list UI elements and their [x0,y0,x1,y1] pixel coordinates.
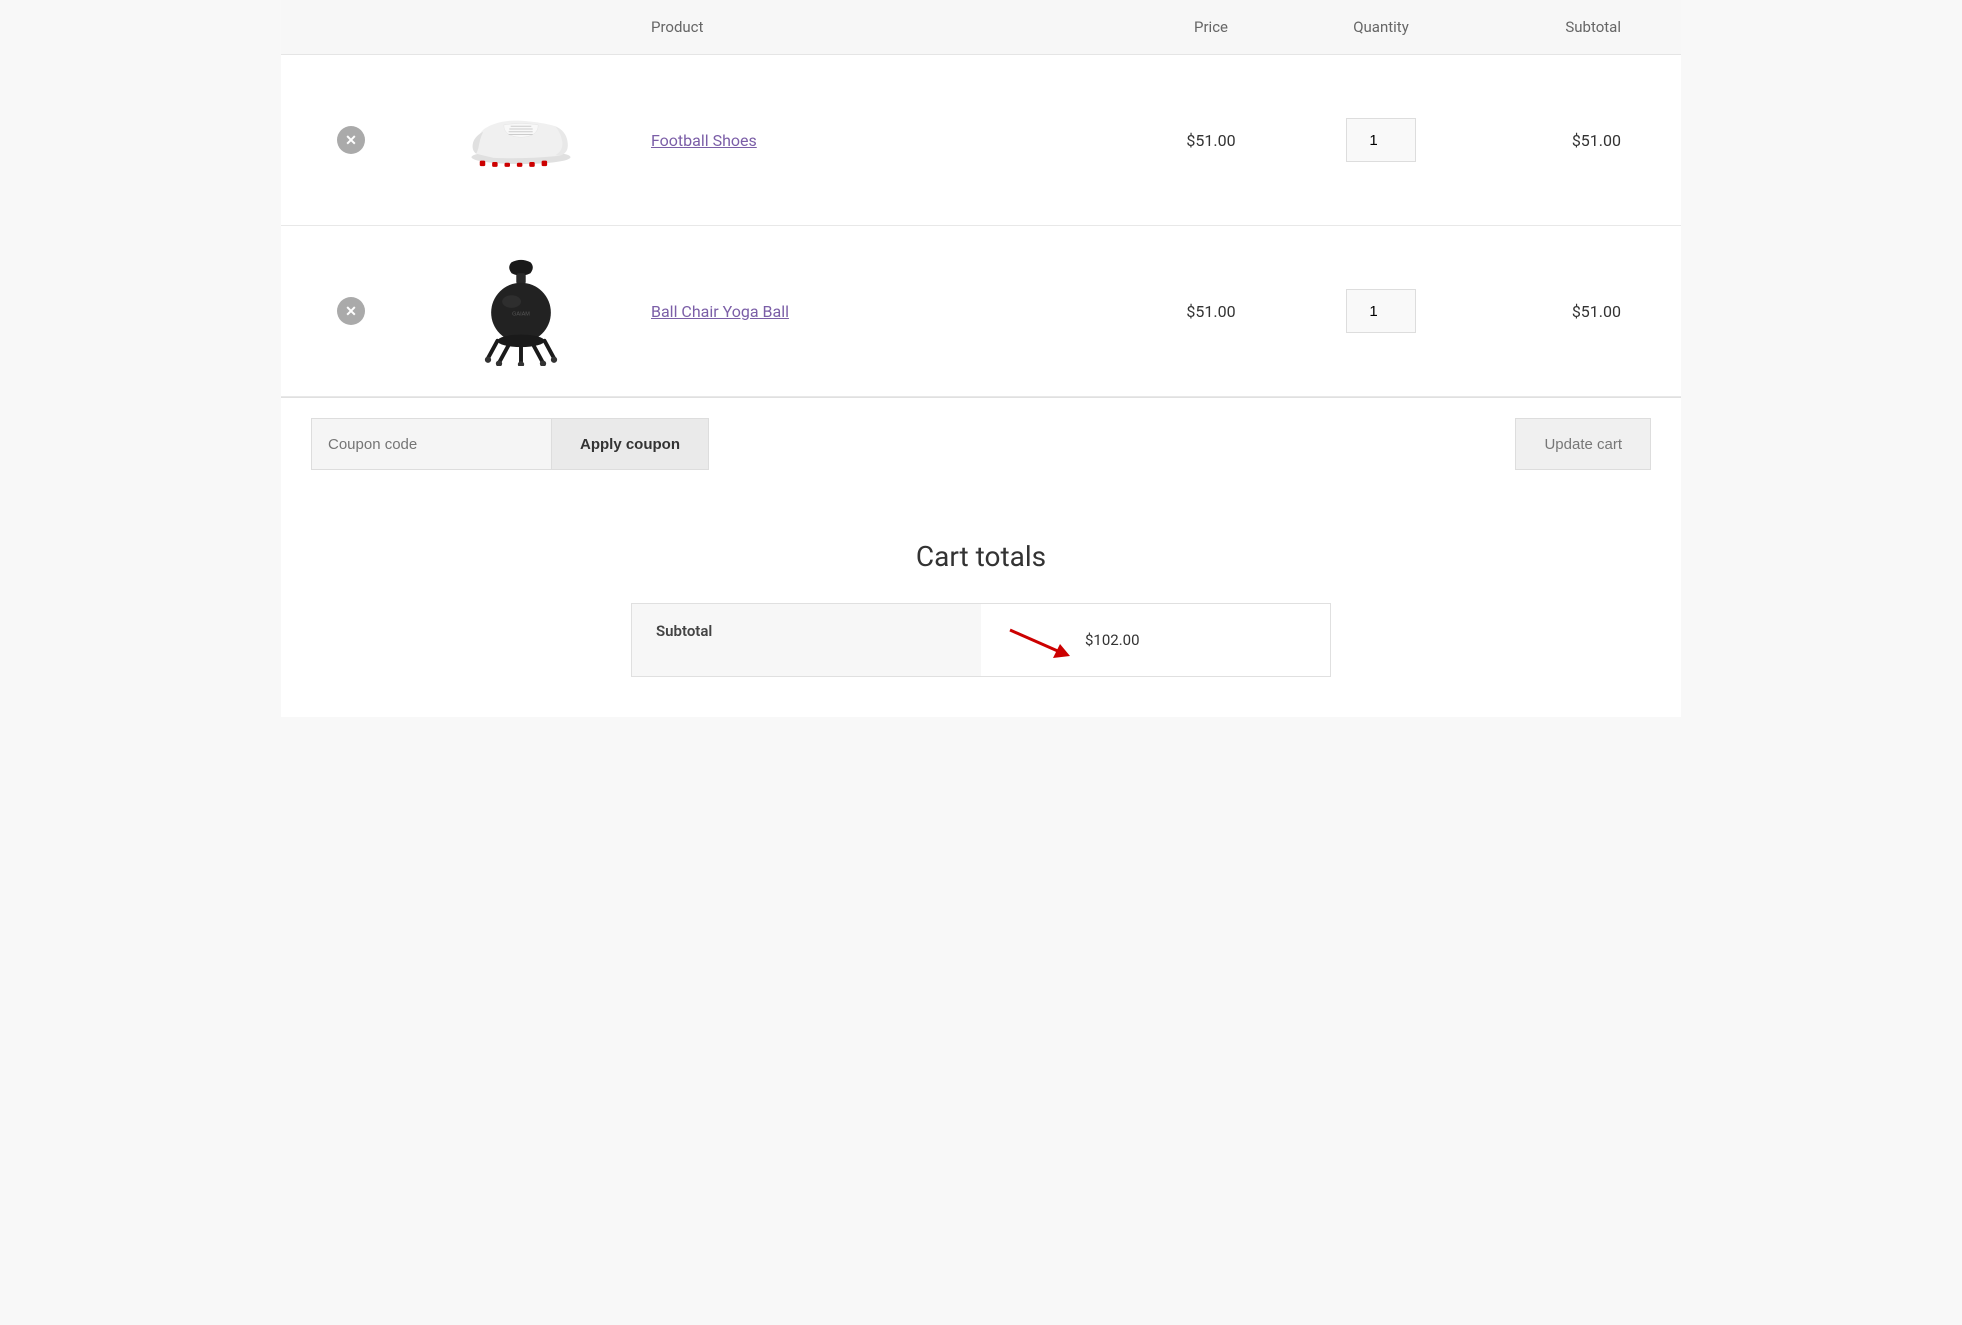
ball-chair-name-cell: Ball Chair Yoga Ball [651,302,1131,321]
update-cart-button[interactable]: Update cart [1515,418,1651,470]
remove-ball-chair-button[interactable]: ✕ [337,297,365,325]
football-shoes-image [461,85,581,195]
apply-coupon-button[interactable]: Apply coupon [551,418,709,470]
coupon-row: Apply coupon Update cart [281,397,1681,490]
cart-page: Product Price Quantity Subtotal ✕ [281,0,1681,717]
cart-totals-title: Cart totals [311,540,1651,573]
cart-totals-section: Cart totals Subtotal $102.00 [281,490,1681,717]
totals-table: Subtotal $102.00 [631,603,1331,677]
football-shoes-link[interactable]: Football Shoes [651,131,1131,150]
col-subtotal-label: Subtotal [1471,18,1651,36]
subtotal-value-cell: $102.00 [981,604,1330,676]
ball-chair-image-cell: GAIAM [391,256,651,366]
remove-cell-1: ✕ [311,126,391,154]
col-product-label: Product [651,18,1131,36]
ball-chair-link[interactable]: Ball Chair Yoga Ball [651,302,1131,321]
subtotal-row: Subtotal $102.00 [632,604,1330,676]
football-shoes-name-cell: Football Shoes [651,131,1131,150]
cart-table-header: Product Price Quantity Subtotal [281,0,1681,55]
football-shoes-image-cell [391,85,651,195]
coupon-code-input[interactable] [311,418,551,470]
football-shoes-quantity-cell [1291,118,1471,162]
ball-chair-price: $51.00 [1131,302,1291,321]
subtotal-amount: $102.00 [1085,631,1140,649]
football-shoes-quantity-input[interactable] [1346,118,1416,162]
close-icon: ✕ [345,303,357,320]
shoe-svg [466,105,576,175]
ball-chair-quantity-input[interactable] [1346,289,1416,333]
close-icon: ✕ [345,132,357,149]
subtotal-label: Subtotal [632,604,981,676]
svg-text:GAIAM: GAIAM [512,312,530,318]
remove-football-shoes-button[interactable]: ✕ [337,126,365,154]
ball-chair-image: GAIAM [461,256,581,366]
chair-svg: GAIAM [476,256,566,366]
red-arrow-icon [1005,622,1075,658]
ball-chair-quantity-cell [1291,289,1471,333]
football-shoes-price: $51.00 [1131,131,1291,150]
football-shoes-subtotal: $51.00 [1471,131,1651,150]
ball-chair-subtotal: $51.00 [1471,302,1651,321]
cart-row-football-shoes: ✕ [281,55,1681,226]
col-quantity-label: Quantity [1291,18,1471,36]
coupon-left: Apply coupon [311,418,709,470]
cart-row-ball-chair: ✕ GAIAM [281,226,1681,397]
remove-cell-2: ✕ [311,297,391,325]
col-price-label: Price [1131,18,1291,36]
